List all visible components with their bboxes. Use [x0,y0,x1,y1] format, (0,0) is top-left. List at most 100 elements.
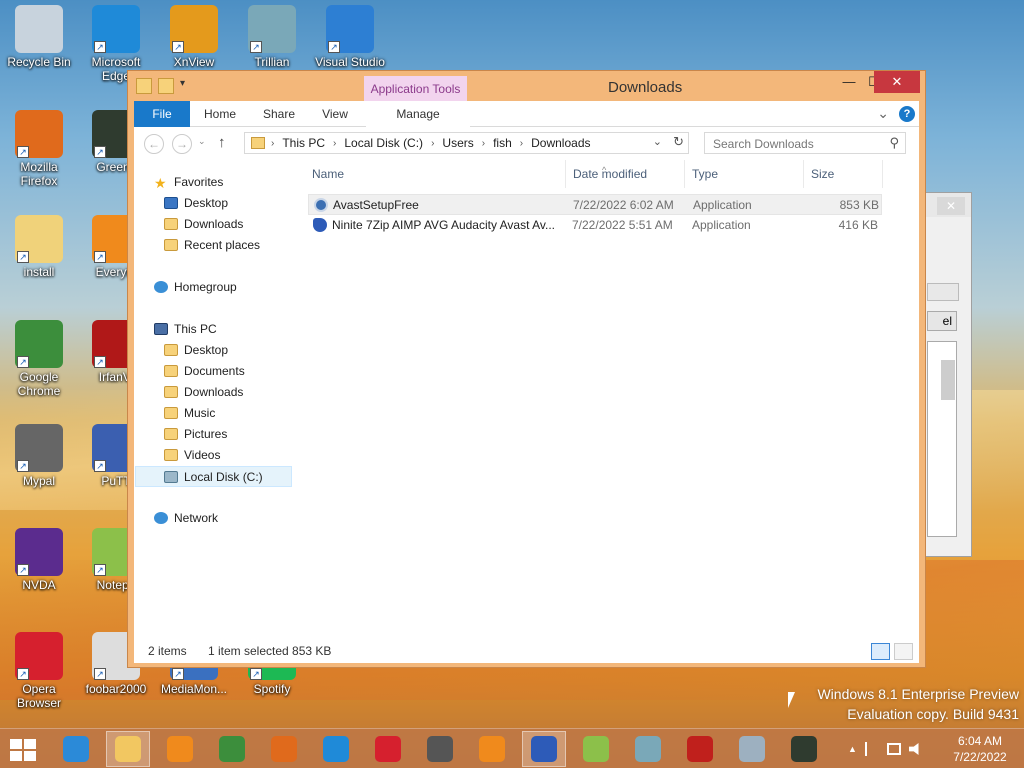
taskbar-chrome[interactable] [210,731,254,767]
taskbar-edge[interactable] [314,731,358,767]
tab-manage[interactable]: Manage [366,101,470,127]
expand-ribbon-icon[interactable]: ⌄ [877,105,889,122]
search-box[interactable]: Search Downloads ⚲ [704,132,906,154]
column-header-size[interactable]: Size [805,160,883,188]
background-dialog-scrollbar[interactable] [941,360,955,400]
taskbar-media[interactable] [158,731,202,767]
desktop-icon-label: Opera Browser [16,682,61,710]
item-count: 2 items [148,644,187,658]
app-icon: ↗ [326,5,374,53]
clock-time: 6:04 AM [957,734,1003,748]
breadcrumb-downloads[interactable]: Downloads [531,136,590,150]
desktop-icon-label: Trillian [254,55,290,69]
ninite-icon [531,736,557,762]
address-dropdown-icon[interactable]: ⌄ [653,135,662,148]
desktop-icon-opera-browser[interactable]: ↗ Opera Browser [1,632,77,710]
background-dialog-field[interactable] [927,283,959,301]
media-icon [167,736,193,762]
column-header-date[interactable]: Date modified [567,160,685,188]
desktop-icon-label: NVDA [22,578,56,592]
search-input[interactable]: Search Downloads [713,137,814,151]
new-folder-icon[interactable] [158,78,174,94]
file-row[interactable]: Ninite 7Zip AIMP AVG Audacity Avast Av..… [308,215,882,236]
background-dialog-close-button[interactable]: ✕ [937,197,965,215]
system-tray: ▲ [848,729,921,768]
trillian-icon [635,736,661,762]
shortcut-arrow-icon: ↗ [94,356,106,368]
background-dialog-list[interactable] [927,341,957,537]
file-row[interactable]: AvastSetupFree 7/22/2022 6:02 AM Applica… [308,194,882,215]
desktop-icon-visual-studio[interactable]: ↗ Visual Studio [312,5,388,69]
windows-logo-icon [24,739,36,749]
taskbar-filezilla[interactable] [678,731,722,767]
taskbar-opera[interactable] [366,731,410,767]
taskbar-firefox[interactable] [262,731,306,767]
desktop-icon-mypal[interactable]: ↗ Mypal [1,424,77,488]
shortcut-arrow-icon: ↗ [172,41,184,53]
tab-view[interactable]: View [312,101,358,127]
desktop-icon-xnview[interactable]: ↗ XnView [156,5,232,69]
close-button[interactable]: ✕ [874,71,920,93]
desktop-icon-install[interactable]: ↗ install [1,215,77,279]
tab-file[interactable]: File [134,101,190,127]
breadcrumb-separator[interactable]: › [520,138,523,149]
background-dialog-button[interactable]: el [927,311,957,331]
help-icon[interactable]: ? [899,105,915,122]
desktop-icon-label: XnView [173,55,215,69]
taskbar-greenshot[interactable] [782,731,826,767]
desktop-icon-mozilla-firefox[interactable]: ↗ Mozilla Firefox [1,110,77,188]
volume-muted-icon[interactable] [908,743,919,755]
file-type: Application [692,218,751,232]
clock[interactable]: 6:04 AM 7/22/2022 [944,733,1016,765]
watermark-line2: Evaluation copy. Build 9431 [847,706,1019,722]
taskbar-ninite[interactable] [522,731,566,767]
file-date: 7/22/2022 5:51 AM [572,218,673,232]
desktop-icon-nvda[interactable]: ↗ NVDA [1,528,77,592]
breadcrumb-local-disk[interactable]: Local Disk (C:) [344,136,423,150]
app-icon: ↗ [15,424,63,472]
window-titlebar[interactable]: ▾ Application Tools Downloads — ☐ ✕ [128,71,925,101]
breadcrumb-this-pc[interactable]: This PC [282,136,325,150]
search-icon[interactable]: ⚲ [889,135,899,151]
taskbar-mypal[interactable] [418,731,462,767]
action-center-flag-icon[interactable] [864,742,879,756]
taskbar-internet-explorer[interactable] [54,731,98,767]
show-hidden-icons-button[interactable]: ▲ [848,744,857,754]
properties-icon[interactable] [136,78,152,94]
large-icons-view-icon[interactable] [894,643,913,660]
address-bar[interactable]: › This PC › Local Disk (C:) › Users › fi… [244,132,689,154]
tab-share[interactable]: Share [254,101,304,127]
taskbar-file-explorer[interactable] [106,731,150,767]
breadcrumb-separator[interactable]: › [271,138,274,149]
recent-locations-icon[interactable]: ⌄ [198,136,206,147]
refresh-icon[interactable]: ↻ [673,134,684,150]
breadcrumb-separator[interactable]: › [482,138,485,149]
breadcrumb-separator[interactable]: › [431,138,434,149]
up-button[interactable]: ↑ [218,134,226,151]
taskbar-notepad[interactable] [574,731,618,767]
desktop-icon-google-chrome[interactable]: ↗ Google Chrome [1,320,77,398]
customize-qat-icon[interactable]: ▾ [180,78,196,94]
back-button[interactable]: ← [144,134,164,154]
desktop-icon-recycle-bin[interactable]: Recycle Bin [1,5,77,69]
taskbar-monitor[interactable] [730,731,774,767]
forward-button[interactable]: → [172,134,192,154]
app-icon: ↗ [92,5,140,53]
breadcrumb-fish[interactable]: fish [493,136,512,150]
chrome-icon [219,736,245,762]
details-view-icon[interactable] [871,643,890,660]
taskbar-trillian[interactable] [626,731,670,767]
column-header-type[interactable]: Type [686,160,804,188]
tab-home[interactable]: Home [194,101,246,127]
app-icon: ↗ [15,528,63,576]
file-name: AvastSetupFree [333,198,419,212]
column-header-name[interactable]: Name ^ [306,160,606,188]
network-tray-icon[interactable] [886,743,901,755]
start-button[interactable] [10,739,36,761]
desktop-icon-trillian[interactable]: ↗ Trillian [234,5,310,69]
taskbar-everything[interactable] [470,731,514,767]
breadcrumb-users[interactable]: Users [442,136,473,150]
breadcrumb-separator[interactable]: › [333,138,336,149]
shortcut-arrow-icon: ↗ [328,41,340,53]
desktop-icon-label: MediaMon... [160,682,228,696]
